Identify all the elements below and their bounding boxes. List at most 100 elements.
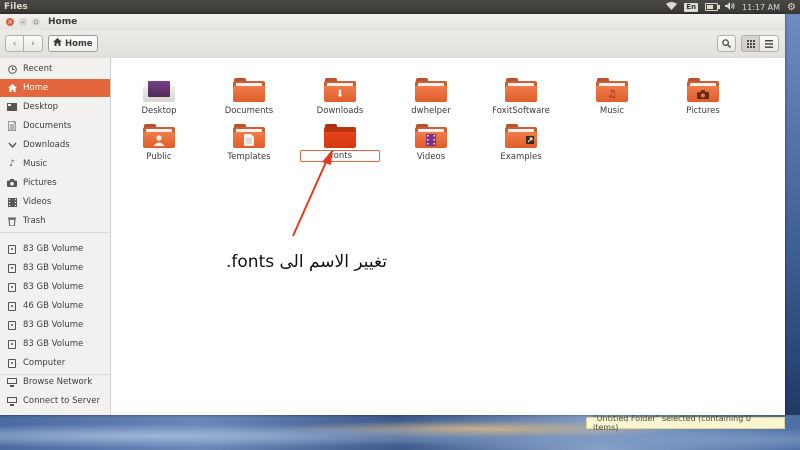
folder-label: Public — [146, 152, 172, 162]
search-button[interactable] — [717, 35, 736, 52]
sidebar-item-volume-3[interactable]: 83 GB Volume — [0, 278, 110, 296]
list-view-button[interactable] — [760, 35, 779, 52]
wifi-icon[interactable] — [666, 2, 678, 12]
window-titlebar[interactable]: × – ▫ Home — [0, 14, 785, 30]
sidebar-item-volume-6[interactable]: 83 GB Volume — [0, 335, 110, 353]
trash-icon — [7, 216, 17, 226]
folder-fonts-renaming[interactable]: .fonts — [300, 124, 380, 162]
chevron-left-icon: ‹ — [12, 38, 17, 49]
folder-public[interactable]: Public — [119, 124, 199, 162]
camera-icon — [687, 86, 719, 102]
folder-label: dwhelper — [411, 106, 451, 116]
file-view[interactable]: Desktop Documents ⬇ Downloads dwhelper F… — [111, 58, 785, 415]
sidebar-item-label: Recent — [23, 64, 53, 74]
drive-icon — [7, 263, 17, 273]
clock[interactable]: 11:17 AM — [742, 3, 780, 12]
file-manager-window: × – ▫ Home ‹ › Home Recent Home Desktop … — [0, 14, 785, 432]
folder-downloads[interactable]: ⬇ Downloads — [300, 78, 380, 116]
music-icon: ♫ — [607, 88, 617, 100]
folder-videos[interactable]: Videos — [391, 124, 471, 162]
sidebar-item-label: Home — [23, 83, 49, 93]
search-icon — [722, 39, 731, 48]
sidebar-item-volume-1[interactable]: 83 GB Volume — [0, 240, 110, 258]
battery-icon[interactable] — [705, 3, 721, 11]
top-panel: Files En 11:17 AM ⚙ — [0, 0, 800, 14]
sidebar-item-recent[interactable]: Recent — [0, 60, 110, 78]
video-icon — [7, 197, 17, 207]
folder-icon — [505, 78, 537, 102]
sidebar-item-videos[interactable]: Videos — [0, 193, 110, 211]
sidebar-item-volume-5[interactable]: 83 GB Volume — [0, 316, 110, 334]
forward-button[interactable]: › — [24, 35, 43, 52]
folder-music[interactable]: ♫ Music — [572, 78, 652, 116]
folder-label: Desktop — [141, 106, 177, 116]
drive-icon — [7, 244, 17, 254]
keyboard-layout-indicator[interactable]: En — [684, 2, 699, 12]
folder-label: Music — [599, 106, 625, 116]
drive-icon — [7, 339, 17, 349]
sidebar-item-desktop[interactable]: Desktop — [0, 98, 110, 116]
folder-dwhelper[interactable]: dwhelper — [391, 78, 471, 116]
sidebar-item-trash[interactable]: Trash — [0, 212, 110, 230]
folder-label: Downloads — [316, 106, 364, 116]
chevron-right-icon: › — [31, 38, 35, 49]
sidebar-item-music[interactable]: ♪ Music — [0, 155, 110, 173]
sidebar-item-connect-to-server[interactable]: Connect to Server — [0, 392, 110, 410]
sidebar-item-browse-network[interactable]: Browse Network — [0, 373, 110, 391]
sidebar-item-computer[interactable]: Computer — [0, 354, 110, 372]
minimize-icon[interactable]: – — [19, 18, 27, 26]
grid-view-button[interactable] — [741, 35, 760, 52]
sidebar-item-pictures[interactable]: Pictures — [0, 174, 110, 192]
sidebar-item-volume-2[interactable]: 83 GB Volume — [0, 259, 110, 277]
close-icon[interactable]: × — [6, 18, 14, 26]
desktop-icon — [7, 102, 17, 112]
annotation-caption: تغيير الاسم الى fonts. — [226, 252, 387, 272]
sidebar-item-label: 46 GB Volume — [23, 301, 84, 311]
sidebar-item-volume-4[interactable]: 46 GB Volume — [0, 297, 110, 315]
sidebar-item-label: 83 GB Volume — [23, 244, 84, 254]
desktop-wallpaper-edge — [785, 14, 800, 415]
sidebar-item-label: Pictures — [23, 178, 57, 188]
list-icon — [765, 39, 773, 48]
folder-examples[interactable]: Examples — [481, 124, 561, 162]
folder-label: Videos — [416, 152, 446, 162]
video-icon — [415, 132, 447, 148]
folder-icon: ⬇ — [324, 78, 356, 102]
folder-icon — [324, 124, 356, 148]
folder-templates[interactable]: Templates — [209, 124, 289, 162]
sidebar: Recent Home Desktop Documents Downloads — [0, 58, 111, 415]
folder-icon — [233, 124, 265, 148]
sidebar-item-label: 83 GB Volume — [23, 339, 84, 349]
folder-icon — [505, 124, 537, 148]
document-icon — [233, 132, 265, 148]
path-bar-home-button[interactable]: Home — [48, 35, 98, 52]
volume-icon[interactable] — [725, 2, 735, 12]
maximize-icon[interactable]: ▫ — [32, 18, 40, 26]
sidebar-item-label: Connect to Server — [23, 396, 100, 406]
sidebar-item-label: 83 GB Volume — [23, 282, 84, 292]
sidebar-item-label: 83 GB Volume — [23, 320, 84, 330]
sidebar-item-downloads[interactable]: Downloads — [0, 136, 110, 154]
sidebar-item-documents[interactable]: Documents — [0, 117, 110, 135]
rename-input[interactable]: .fonts — [300, 150, 380, 162]
folder-icon — [415, 124, 447, 148]
panel-app-name[interactable]: Files — [4, 2, 28, 12]
gear-icon[interactable]: ⚙ — [787, 2, 796, 13]
back-button[interactable]: ‹ — [5, 35, 24, 52]
sidebar-item-label: Computer — [23, 358, 66, 368]
folder-icon — [233, 78, 265, 102]
documents-icon — [7, 121, 17, 131]
sidebar-item-home[interactable]: Home — [0, 79, 110, 97]
download-icon: ⬇ — [335, 88, 345, 100]
folder-foxitsoftware[interactable]: FoxitSoftware — [481, 78, 561, 116]
folder-icon — [143, 124, 175, 148]
download-icon — [7, 140, 17, 150]
sidebar-item-label: Browse Network — [23, 377, 93, 387]
folder-icon — [415, 78, 447, 102]
sidebar-item-label: Downloads — [23, 140, 70, 150]
folder-documents[interactable]: Documents — [209, 78, 289, 116]
drive-icon — [7, 358, 17, 368]
folder-pictures[interactable]: Pictures — [663, 78, 743, 116]
folder-desktop[interactable]: Desktop — [119, 78, 199, 116]
window-title: Home — [48, 17, 78, 27]
